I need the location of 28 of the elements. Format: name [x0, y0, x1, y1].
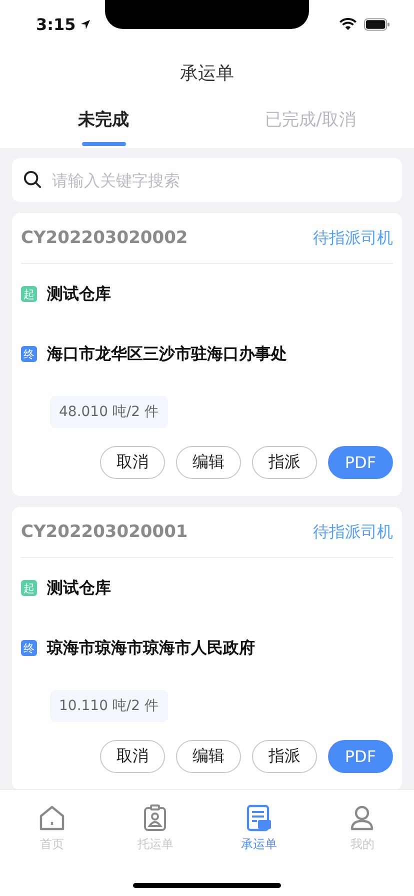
stop-address: 海口市龙华区三沙市驻海口办事处	[47, 344, 287, 364]
order-number: CY202203020001	[21, 522, 188, 542]
page-title: 承运单	[180, 62, 234, 85]
order-status: 待指派司机	[313, 522, 393, 542]
battery-icon	[364, 18, 390, 30]
home-icon	[38, 804, 66, 832]
stop-address: 测试仓库	[47, 284, 111, 304]
search-field[interactable]: 请输入关键字搜索	[12, 158, 402, 202]
origin-badge: 起	[21, 580, 37, 596]
wifi-icon	[339, 18, 357, 30]
origin-badge: 起	[21, 286, 37, 302]
action-button[interactable]: 指派	[252, 740, 317, 773]
action-button[interactable]: 编辑	[176, 740, 241, 773]
order-number: CY202203020002	[21, 228, 188, 248]
location-arrow-icon	[80, 18, 91, 30]
destination-badge: 终	[21, 640, 37, 656]
order-status: 待指派司机	[313, 228, 393, 248]
destination-badge: 终	[21, 346, 37, 362]
action-button[interactable]: 指派	[252, 446, 317, 479]
load-tag: 10.110 吨/2 件	[50, 690, 168, 722]
status-time: 3:15	[36, 14, 76, 34]
tab[interactable]: 未完成	[0, 98, 207, 148]
action-button[interactable]: 取消	[100, 740, 165, 773]
stop-address: 琼海市琼海市琼海市人民政府	[47, 638, 255, 658]
stop-address: 测试仓库	[47, 578, 111, 598]
action-button[interactable]: 编辑	[176, 446, 241, 479]
action-button[interactable]: 取消	[100, 446, 165, 479]
load-tag: 48.010 吨/2 件	[50, 396, 168, 428]
